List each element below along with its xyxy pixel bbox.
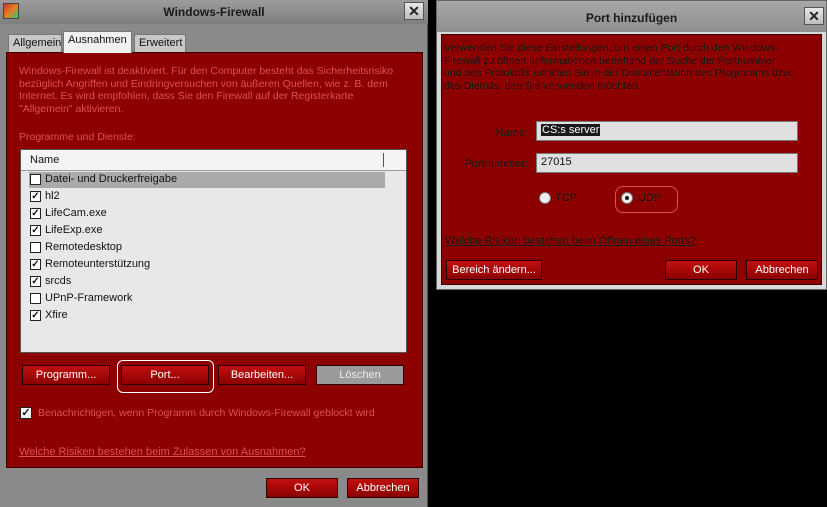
item-label: Xfire — [45, 309, 68, 321]
firewall-window: Windows-Firewall ✕ Allgemein Ausnahmen E… — [0, 0, 428, 507]
list-item[interactable]: UPnP-Framework — [29, 291, 385, 307]
list-item[interactable]: ✓ hl2 — [29, 189, 385, 205]
list-item[interactable]: ✓ srcds — [29, 274, 385, 290]
item-label: srcds — [45, 275, 72, 287]
item-checkbox[interactable] — [30, 174, 41, 185]
tab-erweitert[interactable]: Erweitert — [134, 34, 186, 52]
port-dialog-description: Verwenden Sie diese Einstellungen, um ei… — [444, 42, 794, 92]
item-checkbox[interactable]: ✓ — [30, 208, 41, 219]
item-checkbox[interactable]: ✓ — [30, 191, 41, 202]
programs-list[interactable]: Name Datei- und Druckerfreigabe ✓ hl2 ✓ Life… — [20, 149, 407, 353]
change-scope-button[interactable]: Bereich ändern... — [446, 260, 542, 280]
checkmark-icon: ✓ — [31, 225, 40, 236]
close-icon[interactable]: ✕ — [804, 7, 824, 25]
udp-label: UDP — [638, 192, 662, 204]
firewall-cancel-button[interactable]: Abbrechen — [347, 478, 419, 498]
list-item[interactable]: ✓ Remoteunterstützung — [29, 257, 385, 273]
item-label: Remoteunterstützung — [45, 258, 151, 270]
name-label: Name: — [495, 127, 528, 139]
notify-label: Benachrichtigen, wenn Programm durch Win… — [38, 407, 375, 419]
port-number-label: Portnummer: — [464, 158, 528, 170]
item-label: hl2 — [45, 190, 60, 202]
checkmark-icon: ✓ — [31, 259, 40, 270]
firewall-warning-text: Windows-Firewall ist deaktiviert. Für de… — [19, 65, 394, 115]
list-item[interactable]: Datei- und Druckerfreigabe — [29, 172, 385, 188]
item-label: Datei- und Druckerfreigabe — [45, 173, 178, 185]
checkmark-icon: ✓ — [31, 208, 40, 219]
column-separator[interactable] — [383, 153, 384, 167]
item-label: Remotedesktop — [45, 241, 123, 253]
item-checkbox[interactable]: ✓ — [30, 259, 41, 270]
udp-radio[interactable] — [621, 192, 633, 204]
port-number-input[interactable]: 27015 — [536, 153, 798, 173]
list-column-header[interactable]: Name — [21, 150, 406, 171]
name-input[interactable]: CS:s server — [536, 121, 798, 141]
list-item[interactable]: ✓ LifeCam.exe — [29, 206, 385, 222]
item-checkbox[interactable] — [30, 293, 41, 304]
add-port-button[interactable]: Port... — [121, 365, 209, 385]
firewall-title: Windows-Firewall — [163, 5, 265, 19]
list-item[interactable]: ✓ Xfire — [29, 308, 385, 324]
edit-button[interactable]: Bearbeiten... — [218, 365, 306, 385]
item-checkbox[interactable]: ✓ — [30, 276, 41, 287]
item-checkbox[interactable]: ✓ — [30, 225, 41, 236]
tcp-radio[interactable] — [539, 192, 551, 204]
firewall-titlebar[interactable]: Windows-Firewall ✕ — [0, 0, 428, 24]
name-value: CS:s server — [541, 124, 601, 136]
item-label: LifeCam.exe — [45, 207, 107, 219]
port-ok-button[interactable]: OK — [665, 260, 737, 280]
exceptions-risk-link[interactable]: Welche Risiken bestehen beim Zulassen vo… — [19, 446, 306, 458]
firewall-ok-button[interactable]: OK — [266, 478, 338, 498]
tcp-label: TCP — [555, 192, 577, 204]
item-label: UPnP-Framework — [45, 292, 133, 304]
checkmark-icon: ✓ — [31, 191, 40, 202]
checkmark-icon: ✓ — [31, 310, 40, 321]
port-cancel-button[interactable]: Abbrechen — [746, 260, 818, 280]
add-program-button[interactable]: Programm... — [22, 365, 110, 385]
item-checkbox[interactable] — [30, 242, 41, 253]
item-checkbox[interactable]: ✓ — [30, 310, 41, 321]
port-dialog-title: Port hinzufügen — [585, 11, 678, 25]
notify-checkbox[interactable]: ✓ — [20, 407, 32, 419]
close-icon[interactable]: ✕ — [404, 2, 424, 20]
programs-label: Programme und Dienste: — [19, 131, 136, 143]
delete-button[interactable]: Löschen — [316, 365, 404, 385]
tab-ausnahmen[interactable]: Ausnahmen — [63, 31, 132, 53]
list-item[interactable]: Remotedesktop — [29, 240, 385, 256]
port-risk-link[interactable]: Welche Risiken bestehen beim Öffnen eine… — [445, 235, 696, 247]
list-item[interactable]: ✓ LifeExp.exe — [29, 223, 385, 239]
item-label: LifeExp.exe — [45, 224, 103, 236]
checkmark-icon: ✓ — [31, 276, 40, 287]
tab-allgemein[interactable]: Allgemein — [8, 34, 62, 52]
port-dialog-titlebar[interactable]: Port hinzufügen ✕ — [437, 1, 826, 32]
column-name-label: Name — [30, 154, 60, 166]
checkmark-icon: ✓ — [21, 407, 31, 419]
